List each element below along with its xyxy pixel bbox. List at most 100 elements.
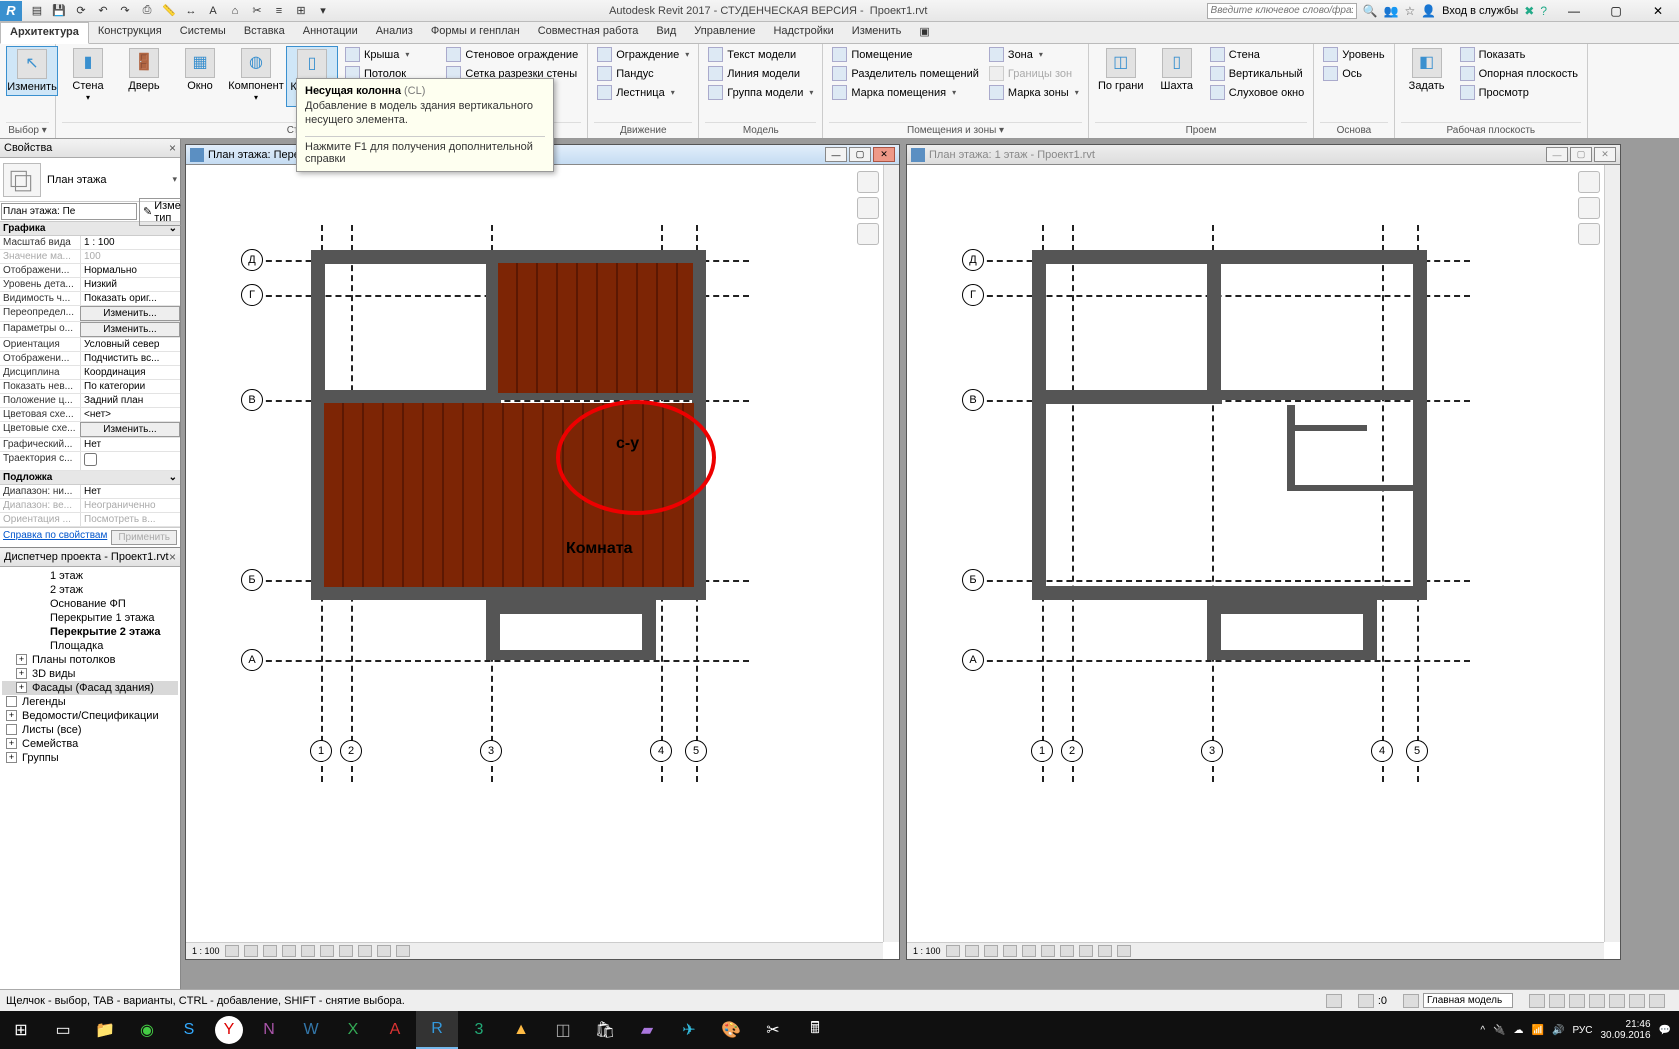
modify-button[interactable]: ↖Изменить: [6, 46, 58, 96]
area-button[interactable]: Зона▾: [986, 46, 1082, 63]
sync-icon[interactable]: ⟳: [72, 2, 90, 19]
detail-icon[interactable]: [225, 945, 239, 957]
filter-icon[interactable]: [1403, 994, 1419, 1008]
chrome-icon[interactable]: ◉: [126, 1011, 168, 1049]
notifications-icon[interactable]: 💬: [1659, 1025, 1671, 1036]
3d-icon[interactable]: ⌂: [226, 2, 244, 19]
power-icon[interactable]: 🔌: [1493, 1025, 1505, 1036]
tree-item[interactable]: +Фасады (Фасад здания): [2, 681, 178, 695]
s5-icon[interactable]: [1609, 994, 1625, 1008]
property-row[interactable]: Диапазон: ни...Нет: [0, 485, 180, 499]
window-button[interactable]: ▦Окно: [174, 46, 226, 94]
sun-icon[interactable]: [984, 945, 998, 957]
help-icon[interactable]: ?: [1540, 4, 1547, 18]
wall-button[interactable]: ▮Стена▾: [62, 46, 114, 105]
maximize-button[interactable]: ▢: [1570, 147, 1592, 162]
close-button[interactable]: ✕: [1637, 0, 1679, 22]
materials-icon[interactable]: ◫: [542, 1011, 584, 1049]
view-canvas[interactable]: 12345ДГВБА: [907, 165, 1620, 942]
model-field[interactable]: [1423, 993, 1513, 1008]
property-row[interactable]: Цветовая схе...<нет>: [0, 408, 180, 422]
maximize-button[interactable]: ▢: [1595, 0, 1637, 22]
tree-item[interactable]: +3D виды: [2, 667, 178, 681]
archicad-icon[interactable]: ▲: [500, 1011, 542, 1049]
lock-icon[interactable]: [1079, 945, 1093, 957]
opwall-button[interactable]: Стена: [1207, 46, 1308, 63]
ref-button[interactable]: Опорная плоскость: [1457, 65, 1581, 82]
property-row[interactable]: Отображени...Подчистить вс...: [0, 352, 180, 366]
property-row[interactable]: Траектория с...: [0, 452, 180, 471]
s4-icon[interactable]: [1589, 994, 1605, 1008]
property-row[interactable]: Уровень дета...Низкий: [0, 278, 180, 292]
level-button[interactable]: Уровень: [1320, 46, 1387, 63]
tab-structure[interactable]: Конструкция: [89, 22, 171, 43]
tab-modify[interactable]: Изменить: [843, 22, 911, 43]
app-logo[interactable]: R: [0, 1, 22, 21]
minimize-button[interactable]: —: [825, 147, 847, 162]
scale-display[interactable]: 1 : 100: [913, 946, 941, 956]
tree-item[interactable]: 2 этаж: [2, 583, 178, 597]
cropshow-icon[interactable]: [339, 945, 353, 957]
property-row[interactable]: Ориентация ...Посмотреть в...: [0, 513, 180, 527]
redo-icon[interactable]: ↷: [116, 2, 134, 19]
property-row[interactable]: ОриентацияУсловный север: [0, 338, 180, 352]
signin-link[interactable]: Вход в службы: [1442, 5, 1518, 17]
railing-button[interactable]: Ограждение▾: [594, 46, 692, 63]
tab-massing[interactable]: Формы и генплан: [422, 22, 529, 43]
tab-analyze[interactable]: Анализ: [367, 22, 422, 43]
instance-field[interactable]: [1, 203, 137, 220]
network-icon[interactable]: 📶: [1532, 1025, 1544, 1036]
exchange-icon[interactable]: ✖: [1524, 4, 1534, 18]
s3-icon[interactable]: [1569, 994, 1585, 1008]
onenote-icon[interactable]: N: [248, 1011, 290, 1049]
vertical-scrollbar[interactable]: [1604, 165, 1620, 942]
property-row[interactable]: Показать нев...По категории: [0, 380, 180, 394]
zoom-icon[interactable]: [857, 223, 879, 245]
close-button[interactable]: ✕: [873, 147, 895, 162]
vertical-scrollbar[interactable]: [883, 165, 899, 942]
tree-item[interactable]: Перекрытие 2 этажа: [2, 625, 178, 639]
roof-button[interactable]: Крыша▾: [342, 46, 439, 63]
addin-icon[interactable]: [1326, 994, 1342, 1008]
property-row[interactable]: Параметры о...Изменить...: [0, 322, 180, 338]
modelline-button[interactable]: Линия модели: [705, 65, 816, 82]
crop-icon[interactable]: [1041, 945, 1055, 957]
tree-item[interactable]: +Семейства: [2, 737, 178, 751]
property-row[interactable]: Положение ц...Задний план: [0, 394, 180, 408]
tree-item[interactable]: Основание ФП: [2, 597, 178, 611]
set-button[interactable]: ◧Задать: [1401, 46, 1453, 94]
view-canvas[interactable]: 12345ДГВБАс-уКомната: [186, 165, 899, 942]
byface-button[interactable]: ◫По грани: [1095, 46, 1147, 94]
viewer-button[interactable]: Просмотр: [1457, 84, 1581, 101]
tab-extra-icon[interactable]: ▣: [910, 22, 938, 43]
property-row[interactable]: Отображени...Нормально: [0, 264, 180, 278]
roomtag-button[interactable]: Марка помещения▾: [829, 84, 982, 101]
print-icon[interactable]: ⎙: [138, 2, 156, 19]
close-hidden-icon[interactable]: ⊞: [292, 2, 310, 19]
property-row[interactable]: Переопредел...Изменить...: [0, 306, 180, 322]
undo-icon[interactable]: ↶: [94, 2, 112, 19]
nav-bar[interactable]: [1578, 171, 1600, 245]
vs-icon[interactable]: ▰: [626, 1011, 668, 1049]
s7-icon[interactable]: [1649, 994, 1665, 1008]
property-row[interactable]: Значение ма...100: [0, 250, 180, 264]
store-icon[interactable]: 🛍: [584, 1011, 626, 1049]
grid-button[interactable]: Ось: [1320, 65, 1387, 82]
tree-item[interactable]: +Ведомости/Спецификации: [2, 709, 178, 723]
tree-item[interactable]: +Группы: [2, 751, 178, 765]
text-icon[interactable]: A: [204, 2, 222, 19]
skype-icon[interactable]: S: [168, 1011, 210, 1049]
roomsep-button[interactable]: Разделитель помещений: [829, 65, 982, 82]
close-button[interactable]: ✕: [1594, 147, 1616, 162]
navwheel-icon[interactable]: [1578, 171, 1600, 193]
properties-help-link[interactable]: Справка по свойствам: [3, 530, 107, 545]
shaft-button[interactable]: ▯Шахта: [1151, 46, 1203, 94]
render-icon[interactable]: [301, 945, 315, 957]
property-row[interactable]: Масштаб вида1 : 100: [0, 236, 180, 250]
excel-icon[interactable]: X: [332, 1011, 374, 1049]
temp-icon[interactable]: [1098, 945, 1112, 957]
apply-button[interactable]: Применить: [111, 530, 177, 545]
s2-icon[interactable]: [1549, 994, 1565, 1008]
minimize-button[interactable]: —: [1546, 147, 1568, 162]
temp-icon[interactable]: [377, 945, 391, 957]
